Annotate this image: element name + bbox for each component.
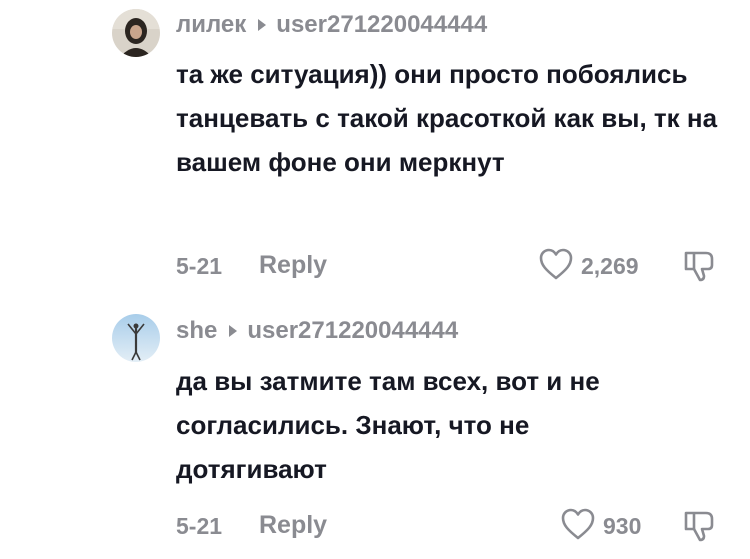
comment-actions: 5-21 Reply 930 — [176, 505, 736, 545]
avatar[interactable] — [112, 314, 160, 362]
username[interactable]: лилек — [176, 11, 246, 39]
comment-item: лилек user271220044444 та же ситуация)) … — [0, 0, 750, 290]
reply-button[interactable]: Reply — [259, 251, 327, 280]
caret-right-icon — [258, 19, 267, 31]
comment-date: 5-21 — [176, 253, 223, 279]
heart-icon[interactable] — [560, 507, 596, 541]
reply-button[interactable]: Reply — [259, 511, 327, 540]
like-count: 2,269 — [581, 253, 639, 279]
comment-actions: 5-21 Reply 2,269 — [176, 245, 736, 285]
avatar-image — [112, 314, 160, 362]
username[interactable]: she — [176, 317, 217, 345]
comment-header: she user271220044444 — [176, 316, 458, 346]
thumbs-down-icon[interactable] — [682, 247, 716, 283]
comment-date: 5-21 — [176, 513, 223, 539]
like-count: 930 — [603, 513, 642, 539]
thumbs-down-icon[interactable] — [682, 507, 716, 543]
avatar[interactable] — [112, 9, 160, 57]
comment-item: she user271220044444 да вы затмите там в… — [0, 305, 750, 559]
comment-text: да вы затмите там всех, вот и не согласи… — [176, 366, 600, 484]
avatar-image — [112, 9, 160, 57]
caret-right-icon — [229, 325, 238, 337]
reply-to-username[interactable]: user271220044444 — [247, 317, 458, 345]
comment-text: та же ситуация)) они просто побоялись та… — [176, 59, 718, 177]
heart-icon[interactable] — [538, 247, 574, 281]
comment-header: лилек user271220044444 — [176, 10, 487, 40]
reply-to-username[interactable]: user271220044444 — [276, 11, 487, 39]
